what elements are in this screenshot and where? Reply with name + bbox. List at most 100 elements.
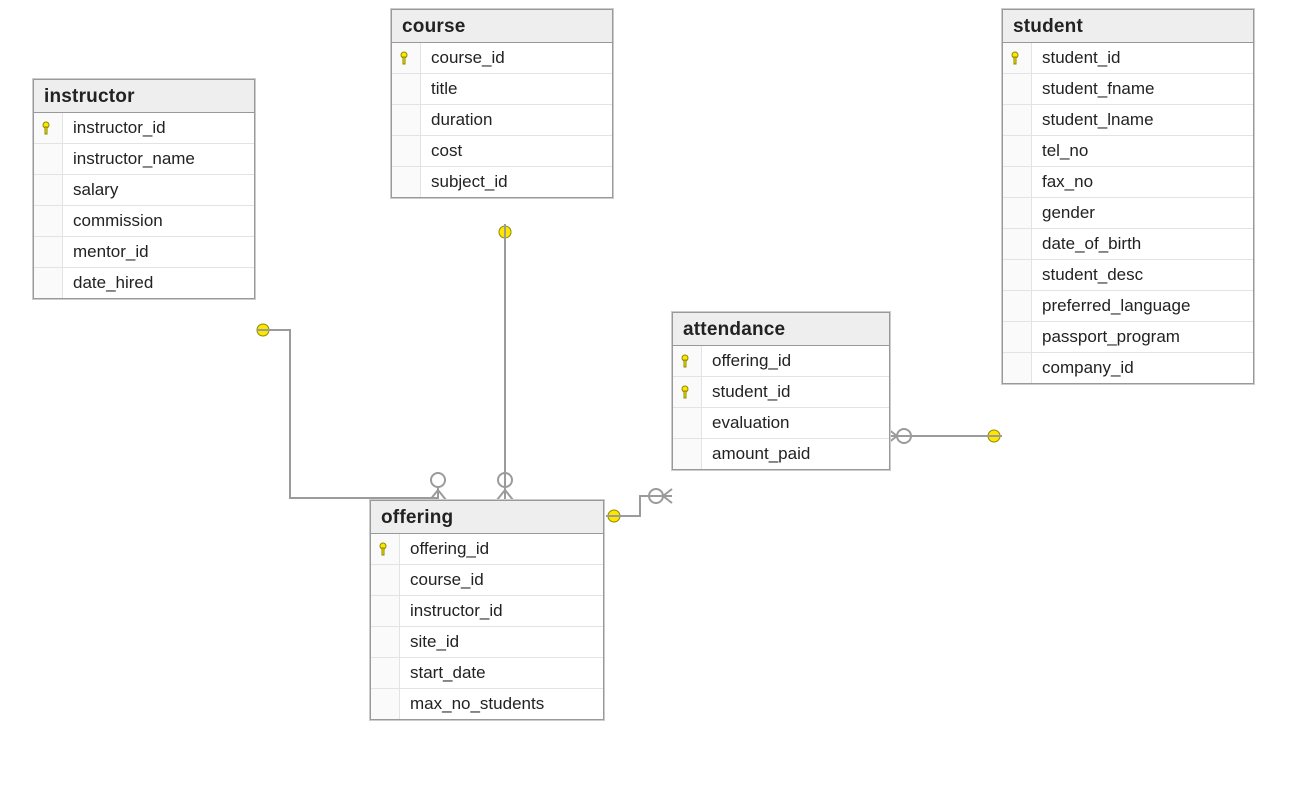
table-row[interactable]: instructor_id bbox=[34, 113, 254, 144]
table-row[interactable]: instructor_name bbox=[34, 144, 254, 175]
table-row[interactable]: preferred_language bbox=[1003, 291, 1253, 322]
table-body: instructor_id instructor_name salary com… bbox=[34, 113, 254, 298]
field-name: gender bbox=[1032, 203, 1253, 223]
key-cell-empty bbox=[34, 268, 63, 298]
field-name: course_id bbox=[400, 570, 603, 590]
key-cell-empty bbox=[1003, 136, 1032, 166]
key-icon bbox=[34, 113, 63, 143]
key-cell-empty bbox=[1003, 105, 1032, 135]
table-header: student bbox=[1003, 10, 1253, 43]
table-row[interactable]: cost bbox=[392, 136, 612, 167]
key-cell-empty bbox=[1003, 74, 1032, 104]
table-row[interactable]: offering_id bbox=[673, 346, 889, 377]
field-name: start_date bbox=[400, 663, 603, 683]
table-body: student_id student_fname student_lname t… bbox=[1003, 43, 1253, 383]
table-attendance[interactable]: attendance offering_id student_id evalua… bbox=[672, 312, 890, 470]
field-name: student_desc bbox=[1032, 265, 1253, 285]
table-body: offering_id student_id evaluation amount… bbox=[673, 346, 889, 469]
table-row[interactable]: student_id bbox=[1003, 43, 1253, 74]
table-row[interactable]: date_hired bbox=[34, 268, 254, 298]
key-icon bbox=[392, 43, 421, 73]
key-cell-empty bbox=[34, 175, 63, 205]
field-name: fax_no bbox=[1032, 172, 1253, 192]
table-row[interactable]: duration bbox=[392, 105, 612, 136]
key-cell-empty bbox=[1003, 198, 1032, 228]
key-cell-empty bbox=[371, 627, 400, 657]
table-header: attendance bbox=[673, 313, 889, 346]
table-row[interactable]: evaluation bbox=[673, 408, 889, 439]
field-name: site_id bbox=[400, 632, 603, 652]
table-row[interactable]: title bbox=[392, 74, 612, 105]
table-row[interactable]: gender bbox=[1003, 198, 1253, 229]
field-name: student_fname bbox=[1032, 79, 1253, 99]
key-icon bbox=[673, 377, 702, 407]
field-name: instructor_id bbox=[63, 118, 254, 138]
table-header: course bbox=[392, 10, 612, 43]
key-cell-empty bbox=[392, 74, 421, 104]
field-name: instructor_id bbox=[400, 601, 603, 621]
key-icon bbox=[371, 534, 400, 564]
field-name: title bbox=[421, 79, 612, 99]
key-cell-empty bbox=[371, 658, 400, 688]
key-cell-empty bbox=[392, 136, 421, 166]
table-row[interactable]: student_lname bbox=[1003, 105, 1253, 136]
key-cell-empty bbox=[1003, 353, 1032, 383]
table-row[interactable]: commission bbox=[34, 206, 254, 237]
key-cell-empty bbox=[1003, 167, 1032, 197]
field-name: student_id bbox=[702, 382, 889, 402]
field-name: preferred_language bbox=[1032, 296, 1253, 316]
key-icon bbox=[1003, 43, 1032, 73]
field-name: salary bbox=[63, 180, 254, 200]
key-cell-empty bbox=[371, 596, 400, 626]
field-name: passport_program bbox=[1032, 327, 1253, 347]
table-row[interactable]: amount_paid bbox=[673, 439, 889, 469]
field-name: offering_id bbox=[702, 351, 889, 371]
table-row[interactable]: course_id bbox=[371, 565, 603, 596]
key-icon bbox=[673, 346, 702, 376]
er-diagram-canvas: instructor instructor_id instructor_name… bbox=[0, 0, 1294, 810]
field-name: amount_paid bbox=[702, 444, 889, 464]
key-cell-empty bbox=[1003, 229, 1032, 259]
table-row[interactable]: subject_id bbox=[392, 167, 612, 197]
table-row[interactable]: tel_no bbox=[1003, 136, 1253, 167]
key-cell-empty bbox=[392, 167, 421, 197]
field-name: commission bbox=[63, 211, 254, 231]
table-row[interactable]: fax_no bbox=[1003, 167, 1253, 198]
table-student[interactable]: student student_id student_fname student… bbox=[1002, 9, 1254, 384]
field-name: student_id bbox=[1032, 48, 1253, 68]
field-name: evaluation bbox=[702, 413, 889, 433]
table-row[interactable]: student_id bbox=[673, 377, 889, 408]
field-name: offering_id bbox=[400, 539, 603, 559]
table-row[interactable]: student_desc bbox=[1003, 260, 1253, 291]
key-cell-empty bbox=[673, 408, 702, 438]
table-row[interactable]: max_no_students bbox=[371, 689, 603, 719]
table-row[interactable]: start_date bbox=[371, 658, 603, 689]
table-row[interactable]: date_of_birth bbox=[1003, 229, 1253, 260]
key-cell-empty bbox=[1003, 260, 1032, 290]
table-header: offering bbox=[371, 501, 603, 534]
key-cell-empty bbox=[34, 237, 63, 267]
table-body: offering_id course_id instructor_id site… bbox=[371, 534, 603, 719]
table-header: instructor bbox=[34, 80, 254, 113]
table-row[interactable]: site_id bbox=[371, 627, 603, 658]
field-name: student_lname bbox=[1032, 110, 1253, 130]
field-name: company_id bbox=[1032, 358, 1253, 378]
table-row[interactable]: passport_program bbox=[1003, 322, 1253, 353]
key-cell-empty bbox=[371, 689, 400, 719]
field-name: instructor_name bbox=[63, 149, 254, 169]
table-instructor[interactable]: instructor instructor_id instructor_name… bbox=[33, 79, 255, 299]
table-row[interactable]: instructor_id bbox=[371, 596, 603, 627]
table-row[interactable]: offering_id bbox=[371, 534, 603, 565]
table-row[interactable]: company_id bbox=[1003, 353, 1253, 383]
table-row[interactable]: mentor_id bbox=[34, 237, 254, 268]
table-row[interactable]: student_fname bbox=[1003, 74, 1253, 105]
key-cell-empty bbox=[34, 206, 63, 236]
key-cell-empty bbox=[392, 105, 421, 135]
key-cell-empty bbox=[34, 144, 63, 174]
table-row[interactable]: course_id bbox=[392, 43, 612, 74]
table-course[interactable]: course course_id title duration cost sub… bbox=[391, 9, 613, 198]
table-body: course_id title duration cost subject_id bbox=[392, 43, 612, 197]
table-row[interactable]: salary bbox=[34, 175, 254, 206]
field-name: subject_id bbox=[421, 172, 612, 192]
table-offering[interactable]: offering offering_id course_id instructo… bbox=[370, 500, 604, 720]
